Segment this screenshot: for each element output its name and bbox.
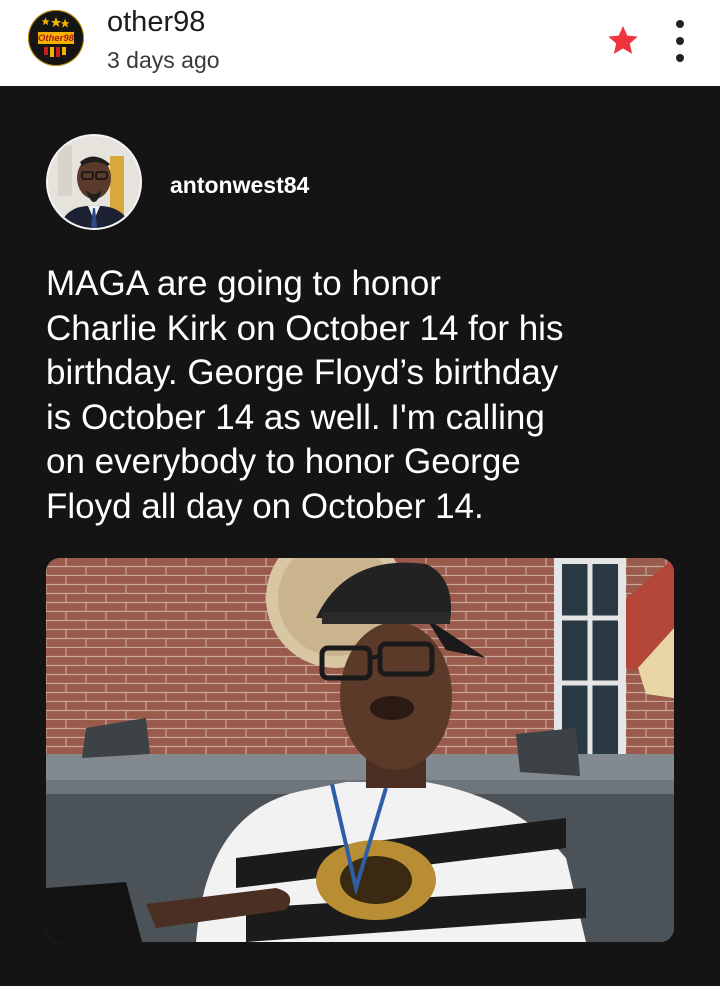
star-icon[interactable]: [604, 22, 642, 60]
author-avatar[interactable]: [46, 134, 142, 230]
post-card: antonwest84 MAGA are going to honor Char…: [0, 86, 720, 986]
author-name[interactable]: antonwest84: [170, 172, 309, 199]
channel-logo[interactable]: Other98: [28, 10, 84, 66]
post-body-text: MAGA are going to honor Charlie Kirk on …: [46, 264, 564, 526]
post-photo[interactable]: [46, 558, 674, 942]
channel-username[interactable]: other98: [107, 6, 205, 39]
post-timestamp: 3 days ago: [107, 47, 220, 73]
post-header: Other98 other98 3 days ago: [0, 0, 720, 86]
more-options-icon[interactable]: [668, 18, 692, 64]
bottom-divider: [0, 986, 720, 1000]
svg-text:Other98: Other98: [38, 33, 75, 44]
